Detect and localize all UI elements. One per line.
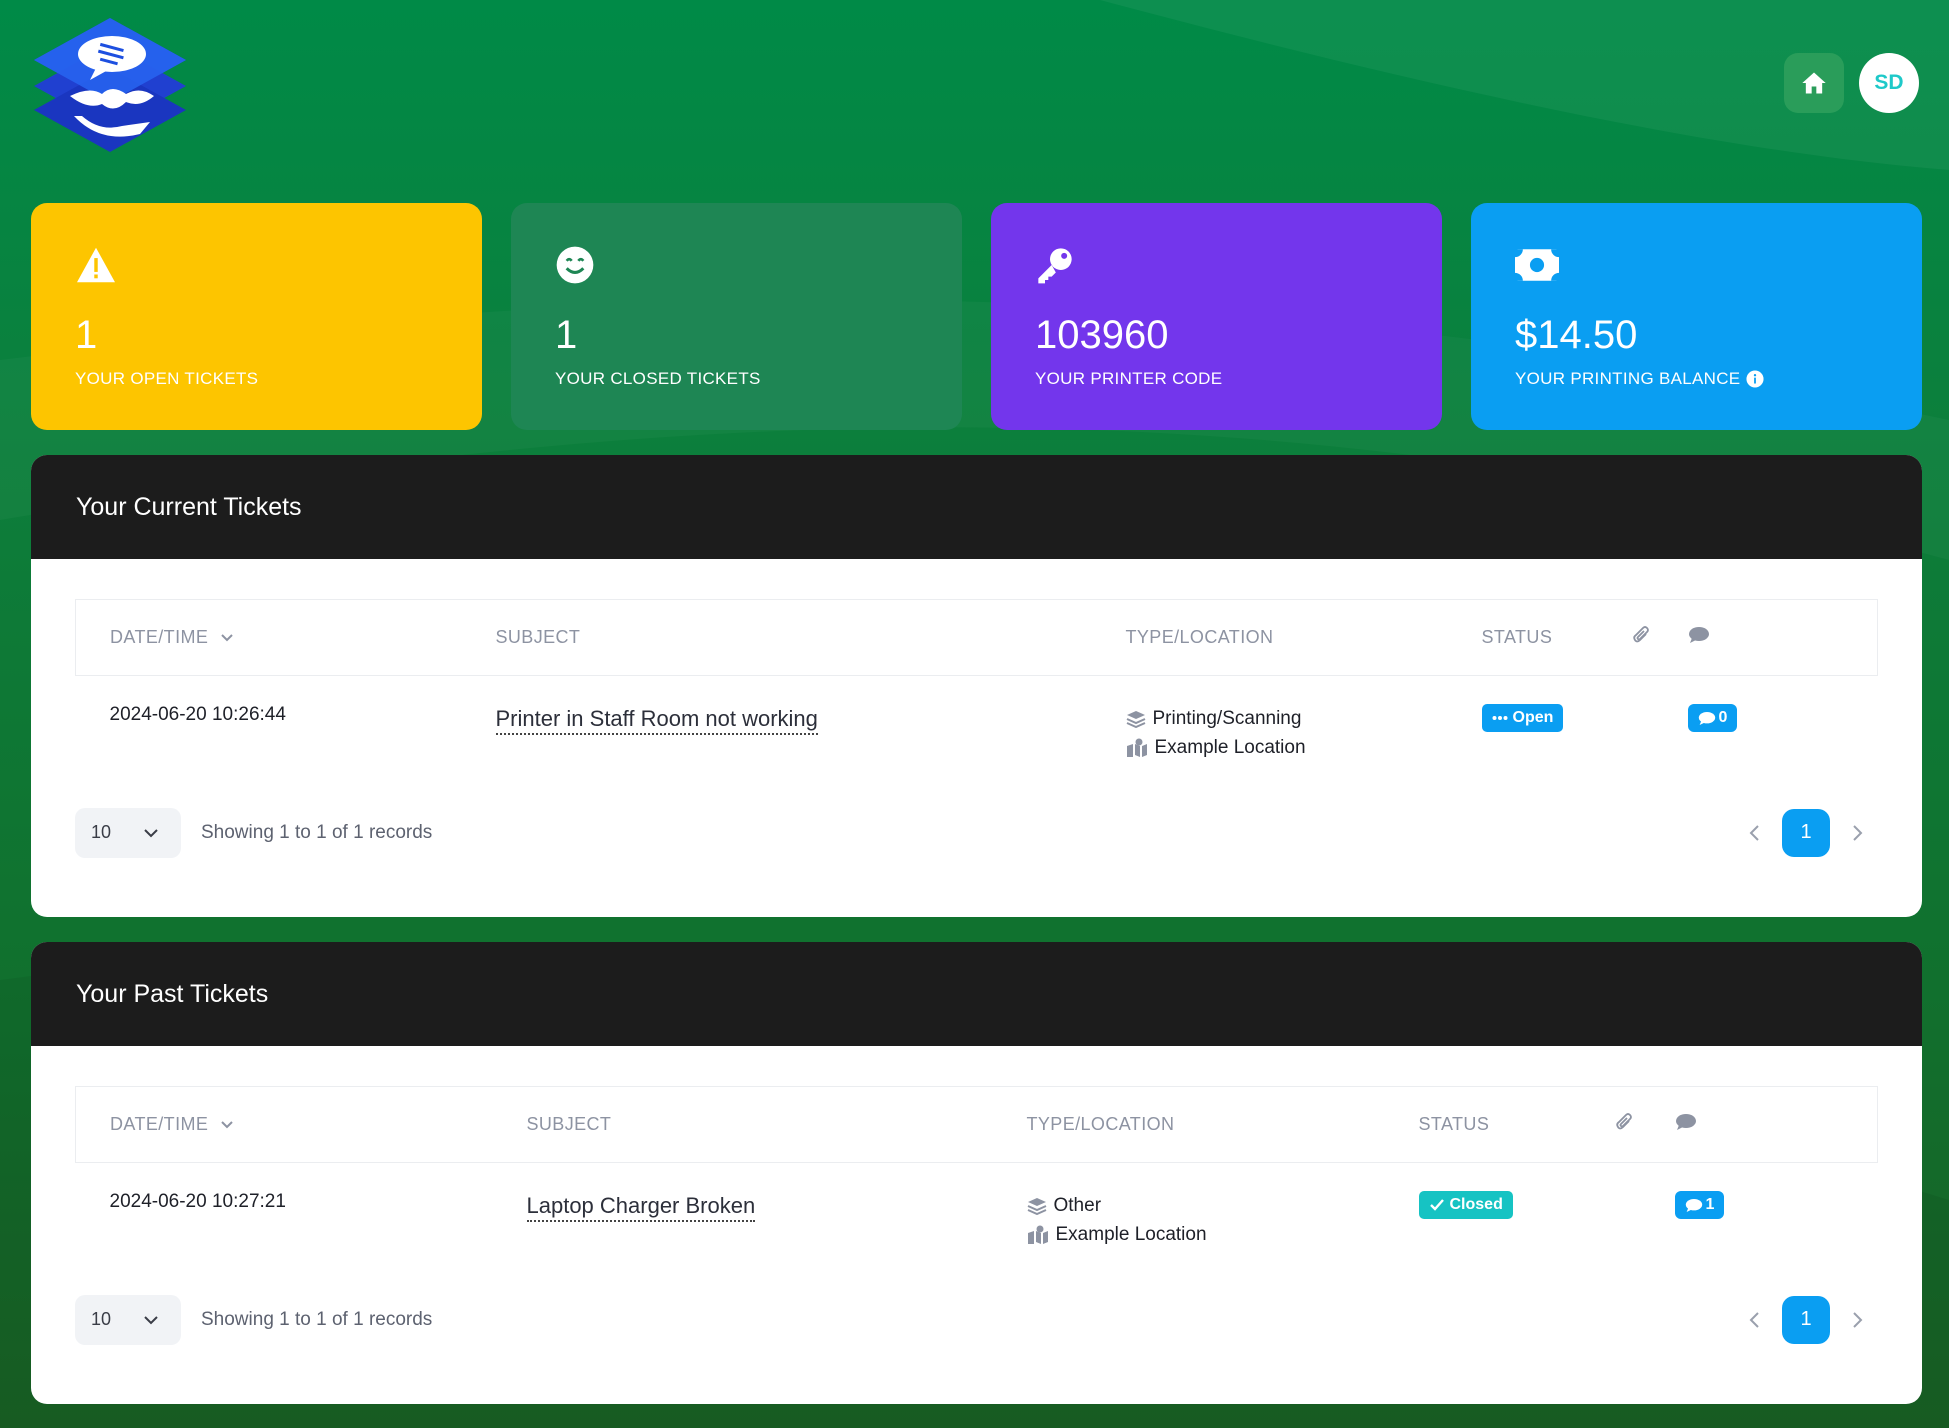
table-row[interactable]: 2024-06-20 10:27:21 Laptop Charger Broke…	[76, 1163, 1878, 1273]
comment-icon	[1698, 711, 1715, 725]
col-datetime[interactable]: DATE/TIME	[76, 1087, 493, 1163]
col-subject[interactable]: SUBJECT	[493, 1087, 993, 1163]
open-tickets-count: 1	[75, 313, 98, 357]
chevron-down-icon	[144, 1315, 158, 1324]
comment-icon	[1675, 1114, 1696, 1130]
printing-balance-card: $14.50 YOUR PRINTING BALANCE	[1471, 203, 1922, 430]
past-tickets-table: DATE/TIME SUBJECT TYPE/LOCATION STATUS 2…	[75, 1086, 1878, 1273]
chevron-right-icon	[1853, 824, 1863, 841]
money-icon	[1515, 249, 1559, 281]
col-subject[interactable]: SUBJECT	[462, 600, 1092, 676]
ticket-location: Example Location	[1154, 737, 1306, 758]
printing-balance-label-row: YOUR PRINTING BALANCE	[1515, 369, 1878, 389]
chevron-down-icon	[144, 828, 158, 837]
col-datetime[interactable]: DATE/TIME	[76, 600, 462, 676]
col-type-location[interactable]: TYPE/LOCATION	[993, 1087, 1385, 1163]
col-status[interactable]: STATUS	[1385, 1087, 1615, 1163]
col-comments[interactable]	[1688, 600, 1878, 676]
info-icon[interactable]	[1746, 370, 1765, 388]
current-tickets-title: Your Current Tickets	[31, 455, 1922, 559]
prev-page-button[interactable]	[1748, 824, 1760, 842]
past-tickets-panel: Your Past Tickets DATE/TIME SUBJECT TYPE…	[31, 942, 1922, 1404]
comment-icon	[1685, 1198, 1702, 1212]
check-icon	[1429, 1199, 1444, 1211]
past-tickets-title: Your Past Tickets	[31, 942, 1922, 1046]
comment-icon	[1688, 627, 1709, 643]
printer-code-value: 103960	[1035, 313, 1169, 357]
chevron-left-icon	[1749, 1311, 1759, 1328]
printing-balance-value: $14.50	[1515, 313, 1638, 357]
comments-count-badge[interactable]: 1	[1674, 1191, 1725, 1219]
ticket-subject-link[interactable]: Laptop Charger Broken	[526, 1193, 756, 1222]
comments-count-badge[interactable]: 0	[1687, 704, 1738, 732]
printer-code-card: 103960 YOUR PRINTER CODE	[991, 203, 1442, 430]
col-attachments[interactable]	[1632, 600, 1688, 676]
closed-tickets-count: 1	[555, 313, 578, 357]
ticket-type: Printing/Scanning	[1152, 708, 1302, 729]
table-header-row: DATE/TIME SUBJECT TYPE/LOCATION STATUS	[75, 1086, 1878, 1163]
warning-icon	[77, 247, 115, 283]
key-icon	[1038, 248, 1072, 284]
closed-tickets-label: YOUR CLOSED TICKETS	[555, 369, 761, 388]
open-tickets-card: 1 YOUR OPEN TICKETS	[31, 203, 482, 430]
ticket-location: Example Location	[1055, 1224, 1207, 1245]
prev-page-button[interactable]	[1748, 1311, 1760, 1329]
printing-balance-label: YOUR PRINTING BALANCE	[1515, 369, 1741, 388]
paperclip-icon	[1615, 1113, 1632, 1130]
ticket-subject-link[interactable]: Printer in Staff Room not working	[495, 706, 818, 735]
ellipsis-icon	[1492, 716, 1507, 720]
chevron-right-icon	[1853, 1311, 1863, 1328]
sort-chevron-down-icon[interactable]	[220, 633, 234, 643]
layers-icon	[1126, 710, 1145, 728]
records-info: Showing 1 to 1 of 1 records	[201, 1308, 433, 1330]
col-type-location[interactable]: TYPE/LOCATION	[1092, 600, 1448, 676]
ticket-datetime: 2024-06-20 10:27:21	[109, 1191, 286, 1212]
sort-chevron-down-icon[interactable]	[220, 1120, 234, 1130]
table-row[interactable]: 2024-06-20 10:26:44 Printer in Staff Roo…	[76, 676, 1878, 786]
printer-code-label: YOUR PRINTER CODE	[1035, 369, 1223, 388]
user-avatar[interactable]: SD	[1859, 53, 1919, 113]
home-icon	[1802, 72, 1826, 94]
page-number-button[interactable]: 1	[1782, 808, 1830, 857]
home-button[interactable]	[1784, 53, 1844, 113]
page-size-select[interactable]: 10	[75, 807, 181, 858]
col-attachments[interactable]	[1615, 1087, 1675, 1163]
records-info: Showing 1 to 1 of 1 records	[201, 821, 433, 843]
ticket-type: Other	[1053, 1195, 1102, 1216]
table-header-row: DATE/TIME SUBJECT TYPE/LOCATION STATUS	[75, 599, 1878, 676]
pagination: 1	[1748, 808, 1878, 857]
map-location-icon	[1027, 1225, 1048, 1244]
paperclip-icon	[1632, 626, 1649, 643]
next-page-button[interactable]	[1852, 824, 1864, 842]
pagination: 1	[1748, 1295, 1878, 1344]
chevron-left-icon	[1749, 824, 1759, 841]
current-tickets-panel: Your Current Tickets DATE/TIME SUBJECT T…	[31, 455, 1922, 917]
open-tickets-label: YOUR OPEN TICKETS	[75, 369, 259, 388]
current-tickets-table: DATE/TIME SUBJECT TYPE/LOCATION STATUS 2…	[75, 599, 1878, 786]
status-badge-open[interactable]: Open	[1481, 704, 1564, 732]
layers-icon	[1027, 1197, 1046, 1215]
page-number-button[interactable]: 1	[1782, 1295, 1830, 1344]
next-page-button[interactable]	[1852, 1311, 1864, 1329]
col-comments[interactable]	[1675, 1087, 1878, 1163]
status-badge-closed[interactable]: Closed	[1418, 1191, 1513, 1219]
page-size-select[interactable]: 10	[75, 1294, 181, 1345]
ticket-datetime: 2024-06-20 10:26:44	[109, 704, 286, 725]
closed-tickets-card: 1 YOUR CLOSED TICKETS	[511, 203, 962, 430]
map-location-icon	[1126, 738, 1147, 757]
smile-icon	[556, 246, 594, 284]
app-logo	[30, 16, 190, 154]
col-status[interactable]: STATUS	[1448, 600, 1632, 676]
